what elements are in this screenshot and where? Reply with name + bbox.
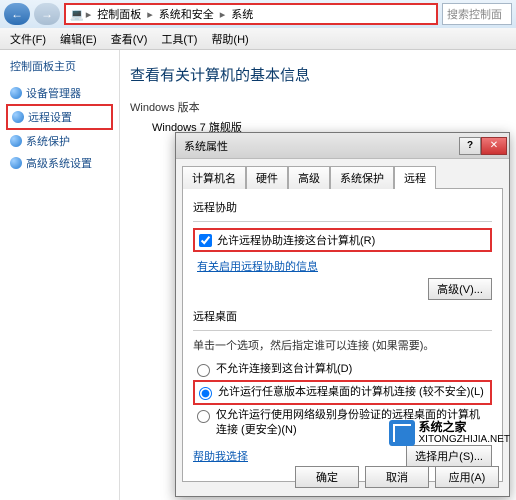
remote-desktop-desc: 单击一个选项，然后指定谁可以连接 (如果需要)。 [193,337,492,353]
divider [193,330,492,331]
sidebar-item-system-protection[interactable]: 系统保护 [6,130,113,152]
rd-option-disallow[interactable]: 不允许连接到这台计算机(D) [193,359,492,380]
sidebar-title[interactable]: 控制面板主页 [6,58,113,74]
device-icon [10,87,22,99]
menu-file[interactable]: 文件(F) [4,29,52,49]
remote-icon [12,111,24,123]
rd-option-label: 允许运行任意版本远程桌面的计算机连接 (较不安全)(L) [218,385,484,400]
crumb-control-panel[interactable]: 控制面板 [93,4,145,24]
menu-help[interactable]: 帮助(H) [205,29,254,49]
remote-assistance-advanced-button[interactable]: 高级(V)... [428,278,492,300]
tab-hardware[interactable]: 硬件 [246,166,288,189]
crumb-system-security[interactable]: 系统和安全 [155,4,218,24]
menu-view[interactable]: 查看(V) [105,29,154,49]
divider [193,221,492,222]
tabstrip: 计算机名 硬件 高级 系统保护 远程 [176,159,509,188]
chevron-right-icon: ▸ [220,8,226,21]
sidebar-item-label: 远程设置 [28,109,72,125]
sidebar-item-label: 设备管理器 [26,85,81,101]
nav-bar: ← → 💻 ▸ 控制面板 ▸ 系统和安全 ▸ 系统 搜索控制面 [0,0,516,28]
rd-radio-any-version[interactable] [199,387,212,400]
sidebar-item-device-manager[interactable]: 设备管理器 [6,82,113,104]
tab-remote[interactable]: 远程 [394,166,436,189]
ok-button[interactable]: 确定 [295,466,359,488]
dialog-button-row: 确定 取消 应用(A) [295,466,499,488]
rd-radio-disallow[interactable] [197,364,210,377]
tab-advanced[interactable]: 高级 [288,166,330,189]
help-button[interactable]: ? [459,137,481,155]
section-windows-edition: Windows 版本 [130,99,506,115]
tab-system-protection[interactable]: 系统保护 [330,166,394,189]
allow-remote-assistance-label: 允许远程协助连接这台计算机(R) [217,232,375,248]
chevron-right-icon: ▸ [147,8,153,21]
breadcrumb[interactable]: 💻 ▸ 控制面板 ▸ 系统和安全 ▸ 系统 [64,3,438,25]
search-input[interactable]: 搜索控制面 [442,3,512,25]
crumb-system[interactable]: 系统 [227,4,257,24]
dialog-titlebar[interactable]: 系统属性 ? ✕ [176,133,509,159]
chevron-right-icon: ▸ [86,8,92,21]
logo-text: 系统之家 XITONGZHIJIA.NET [419,421,511,445]
sidebar-item-label: 系统保护 [26,133,70,149]
apply-button[interactable]: 应用(A) [435,466,499,488]
gear-icon [10,157,22,169]
computer-icon: 💻 [70,8,84,21]
sidebar-item-advanced[interactable]: 高级系统设置 [6,152,113,174]
rd-radio-nla-only[interactable] [197,410,210,423]
back-button[interactable]: ← [4,3,30,25]
sidebar: 控制面板主页 设备管理器 远程设置 系统保护 高级系统设置 [0,50,120,500]
sidebar-item-label: 高级系统设置 [26,155,92,171]
page-title: 查看有关计算机的基本信息 [130,64,506,85]
logo-icon [389,420,415,446]
titlebar-buttons: ? ✕ [459,137,507,155]
menu-tools[interactable]: 工具(T) [155,29,203,49]
remote-assistance-help-link[interactable]: 有关启用远程协助的信息 [197,261,318,273]
menu-bar: 文件(F) 编辑(E) 查看(V) 工具(T) 帮助(H) [0,28,516,50]
allow-remote-assistance-checkbox[interactable] [199,234,212,247]
dialog-title: 系统属性 [184,138,228,154]
group-remote-assistance: 远程协助 [193,199,492,215]
close-button[interactable]: ✕ [481,137,507,155]
menu-edit[interactable]: 编辑(E) [54,29,103,49]
tab-computer-name[interactable]: 计算机名 [182,166,246,189]
allow-remote-assistance-row[interactable]: 允许远程协助连接这台计算机(R) [193,228,492,252]
rd-option-label: 不允许连接到这台计算机(D) [216,362,352,377]
shield-icon [10,135,22,147]
rd-option-any-version[interactable]: 允许运行任意版本远程桌面的计算机连接 (较不安全)(L) [193,380,492,405]
forward-button[interactable]: → [34,3,60,25]
help-me-choose-link[interactable]: 帮助我选择 [193,448,248,464]
sidebar-item-remote-settings[interactable]: 远程设置 [6,104,113,130]
cancel-button[interactable]: 取消 [365,466,429,488]
watermark-logo: 系统之家 XITONGZHIJIA.NET [389,420,511,446]
group-remote-desktop: 远程桌面 [193,308,492,324]
select-users-button[interactable]: 选择用户(S)... [406,445,492,467]
